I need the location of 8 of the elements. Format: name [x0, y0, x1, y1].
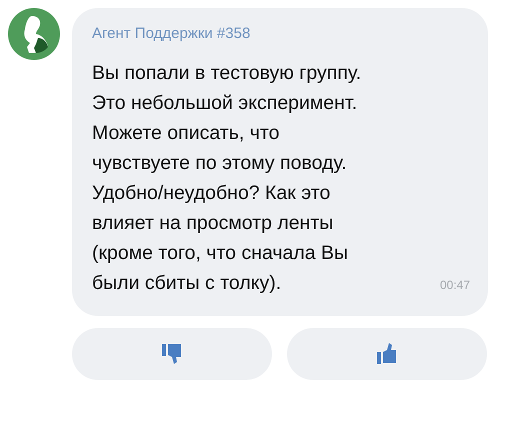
thumbs-up-icon [376, 343, 398, 365]
avatar-icon [8, 8, 60, 60]
sender-name: Агент Поддержки #358 [92, 24, 252, 44]
like-button[interactable] [287, 328, 487, 380]
message-time: 00:47 [440, 277, 470, 294]
dislike-button[interactable] [72, 328, 272, 380]
thumbs-down-icon [161, 343, 183, 365]
message-text: Вы попали в тестовую группу. Это небольшой эксперимент. Можете описать, что чувствуете по этому поводу. Удобно/неудобно? Как это влияет на просмотр ленты (кроме того, что сначала Вы были сбиты с толку). [92, 61, 362, 296]
